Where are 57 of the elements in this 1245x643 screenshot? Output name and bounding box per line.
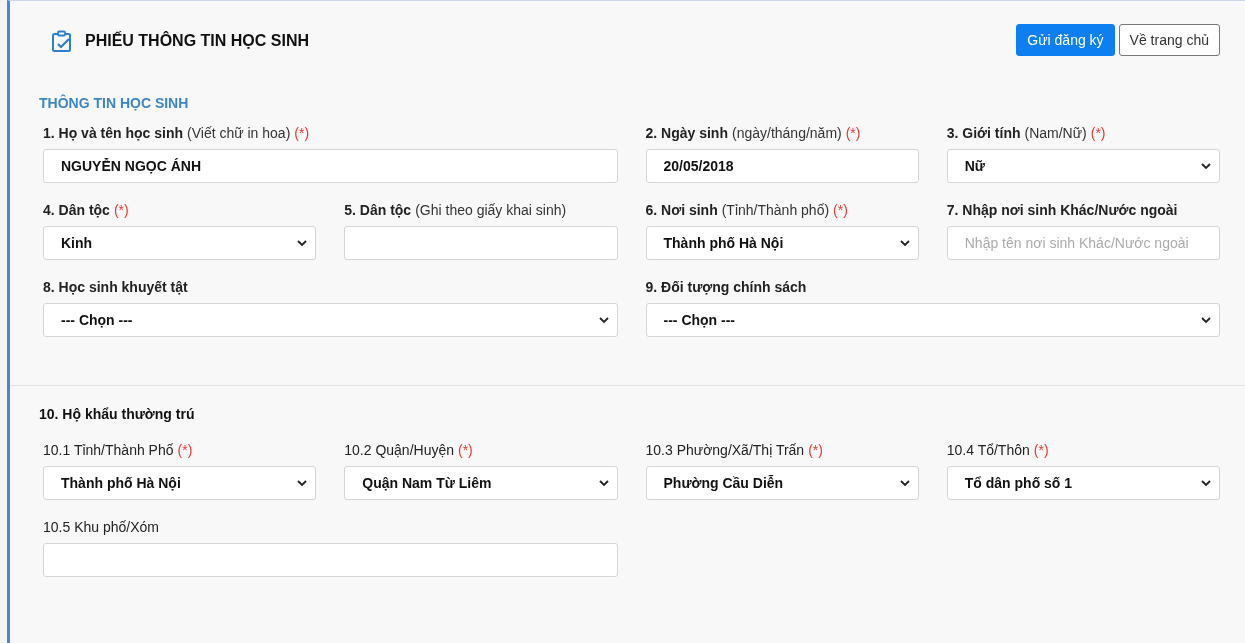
- required-mark: (*): [113, 202, 129, 218]
- required-mark: (*): [833, 202, 848, 218]
- required-mark: (*): [1033, 442, 1049, 458]
- text-field[interactable]: NGUYỄN NGỌC ÁNH: [43, 149, 618, 183]
- chevron-down-icon: [297, 479, 308, 487]
- submit-button[interactable]: Gửi đăng ký: [1016, 24, 1115, 56]
- chevron-down-icon: [1201, 162, 1211, 170]
- chevron-down-icon: [598, 479, 609, 487]
- field-hint: (ngày/tháng/năm): [731, 125, 842, 141]
- field-hint: (Tỉnh/Thành phố): [721, 202, 830, 218]
- required-mark: (*): [458, 442, 473, 458]
- required-mark: (*): [294, 125, 310, 141]
- dropdown-field[interactable]: Quận Nam Từ Liêm: [344, 466, 618, 500]
- text-field[interactable]: [344, 226, 618, 260]
- field-label: 10.1 Tỉnh/Thành Phố: [43, 442, 174, 458]
- chevron-down-icon: [598, 316, 609, 324]
- field-label: 8. Học sinh khuyết tật: [43, 279, 188, 295]
- dropdown-field[interactable]: --- Chọn ---: [645, 303, 1220, 337]
- dropdown-field[interactable]: --- Chọn ---: [43, 303, 618, 337]
- form-title: PHIẾU THÔNG TIN HỌC SINH: [85, 32, 309, 50]
- field-label: 2. Ngày sinh: [645, 125, 728, 141]
- field-hint: (Nam/Nữ): [1024, 125, 1087, 141]
- field-label: 7. Nhập nơi sinh Khác/Nước ngoài: [946, 202, 1178, 218]
- text-field[interactable]: 20/05/2018: [645, 149, 919, 183]
- dropdown-field[interactable]: Nữ: [946, 149, 1220, 183]
- text-field[interactable]: Nhập tên nơi sinh Khác/Nước ngoài: [946, 226, 1220, 260]
- required-mark: (*): [1090, 125, 1106, 141]
- required-mark: (*): [845, 125, 861, 141]
- chevron-down-icon: [1201, 479, 1211, 487]
- chevron-down-icon: [1201, 316, 1211, 324]
- clipboard-check-icon: [51, 30, 73, 52]
- field-label: 5. Dân tộc: [344, 202, 412, 218]
- required-mark: (*): [808, 442, 823, 458]
- field-label: 10.2 Quận/Huyện: [344, 442, 454, 458]
- field-label: 1. Họ và tên học sinh: [43, 125, 184, 141]
- field-label: 9. Đối tượng chính sách: [645, 279, 807, 295]
- section-title: THÔNG TIN HỌC SINH: [39, 95, 190, 113]
- dropdown-field[interactable]: Tổ dân phố số 1: [946, 466, 1220, 500]
- field-hint: (Ghi theo giấy khai sinh): [415, 202, 567, 218]
- dropdown-field[interactable]: Thành phố Hà Nội: [645, 226, 919, 260]
- dropdown-field[interactable]: Phường Cầu Diễn: [645, 466, 919, 500]
- dropdown-field[interactable]: Thành phố Hà Nội: [43, 466, 317, 500]
- field-label: 6. Nơi sinh: [645, 202, 718, 218]
- field-label: 10.3 Phường/Xã/Thị Trấn: [645, 442, 805, 458]
- chevron-down-icon: [297, 239, 308, 247]
- group-title: 10. Hộ khẩu thường trú: [39, 406, 196, 422]
- dropdown-field[interactable]: Kinh: [43, 226, 317, 260]
- text-field[interactable]: [43, 543, 618, 577]
- chevron-down-icon: [899, 239, 910, 247]
- field-hint: (Viết chữ in hoa): [187, 125, 291, 141]
- field-label: 10.4 Tổ/Thôn: [946, 442, 1030, 458]
- field-label: 3. Giới tính: [946, 125, 1021, 141]
- chevron-down-icon: [899, 479, 910, 487]
- field-label: 10.5 Khu phố/Xóm: [43, 519, 159, 535]
- required-mark: (*): [177, 442, 193, 458]
- home-button[interactable]: Về trang chủ: [1118, 24, 1220, 56]
- field-label: 4. Dân tộc: [43, 202, 110, 218]
